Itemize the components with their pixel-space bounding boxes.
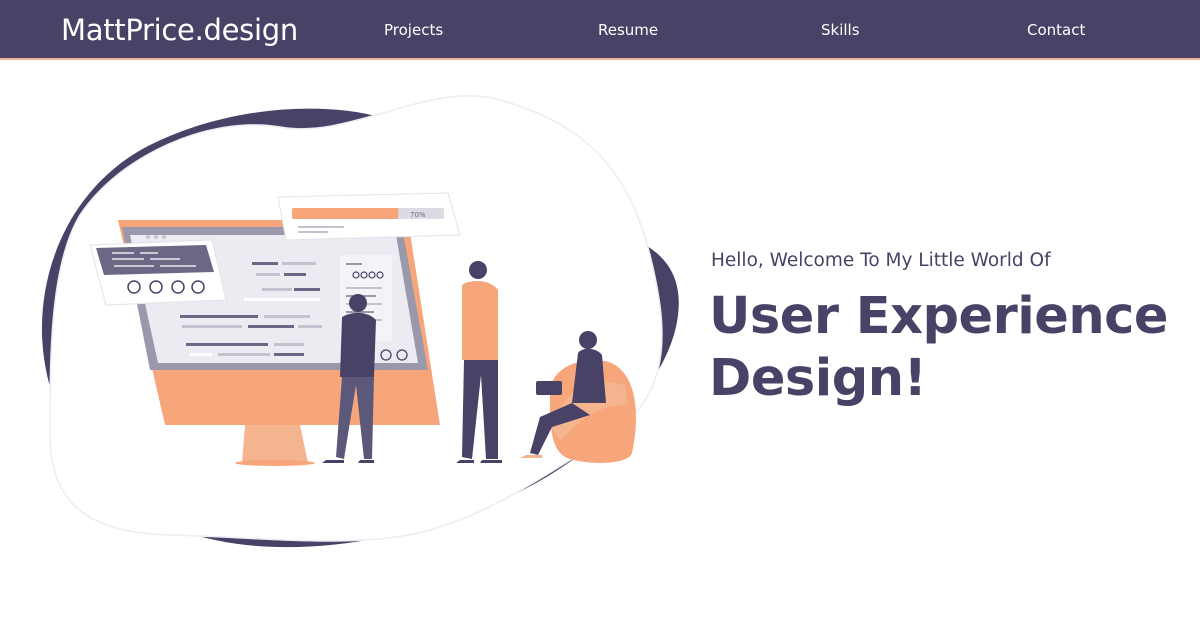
progress-fill: [292, 208, 399, 219]
progress-card-illustration: 70%: [277, 192, 461, 241]
nav-link-projects[interactable]: Projects: [384, 19, 443, 41]
nav-link-resume[interactable]: Resume: [598, 19, 658, 41]
nav-link-skills[interactable]: Skills: [821, 19, 860, 41]
hero-greeting: Hello, Welcome To My Little World Of: [711, 250, 1051, 271]
headline-line-2: Design!: [709, 349, 927, 408]
brand-logo-link[interactable]: MattPrice.design: [61, 10, 298, 50]
progress-label: 70%: [410, 211, 426, 219]
nav-link-contact[interactable]: Contact: [1027, 19, 1085, 41]
hero-illustration: 70%: [41, 95, 679, 548]
headline-line-1: User Experience: [709, 287, 1168, 346]
hero-headline: User Experience Design!: [709, 286, 1168, 410]
checklist-card-illustration: [89, 239, 227, 306]
top-navbar: MattPrice.design Projects Resume Skills …: [0, 0, 1200, 60]
